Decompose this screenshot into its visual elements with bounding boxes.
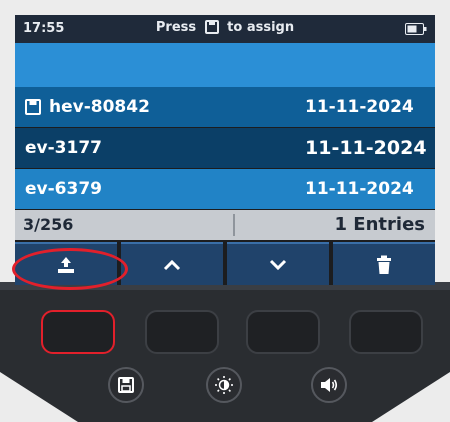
entry-name: hev-80842	[49, 97, 150, 117]
chevron-down-icon	[269, 259, 287, 270]
volume-button[interactable]	[311, 367, 347, 403]
device-screen: 17:55 Press to assign hev-80842 11-11-20…	[15, 15, 435, 285]
save-icon	[118, 377, 134, 393]
delete-softkey[interactable]	[333, 242, 435, 285]
divider	[233, 214, 235, 236]
hardware-keypad	[0, 292, 450, 422]
volume-icon	[321, 378, 338, 392]
save-icon	[25, 99, 41, 115]
entry-counter: 3/256	[23, 215, 74, 234]
entry-date: 11-11-2024	[305, 179, 414, 199]
list-item[interactable]: ev-6379 11-11-2024	[15, 169, 435, 209]
function-key-3[interactable]	[246, 310, 320, 354]
function-key-2[interactable]	[145, 310, 219, 354]
scroll-down-softkey[interactable]	[227, 242, 329, 285]
list-item[interactable]: hev-80842 11-11-2024	[15, 87, 435, 127]
entry-name: ev-6379	[25, 179, 102, 199]
status-bar: 17:55 Press to assign	[15, 15, 435, 43]
battery-icon	[405, 23, 427, 35]
function-key-4[interactable]	[349, 310, 423, 354]
scroll-up-softkey[interactable]	[121, 242, 223, 285]
save-icon	[204, 20, 219, 34]
status-message: Press to assign	[155, 20, 295, 35]
highlight-annotation	[12, 248, 128, 290]
function-key-1[interactable]	[41, 310, 115, 354]
brightness-button[interactable]	[206, 367, 242, 403]
entry-date: 11-11-2024	[305, 97, 414, 117]
list-item-selected[interactable]: ev-3177 11-11-2024	[15, 128, 435, 168]
save-button[interactable]	[108, 367, 144, 403]
brightness-icon	[215, 376, 233, 394]
header-band	[15, 43, 435, 87]
entry-date: 11-11-2024	[305, 137, 427, 159]
entry-name: ev-3177	[25, 138, 102, 158]
chevron-up-icon	[163, 259, 181, 270]
entries-count: 1 Entries	[334, 214, 425, 235]
info-bar: 3/256 1 Entries	[15, 210, 435, 240]
trash-icon	[377, 255, 391, 274]
